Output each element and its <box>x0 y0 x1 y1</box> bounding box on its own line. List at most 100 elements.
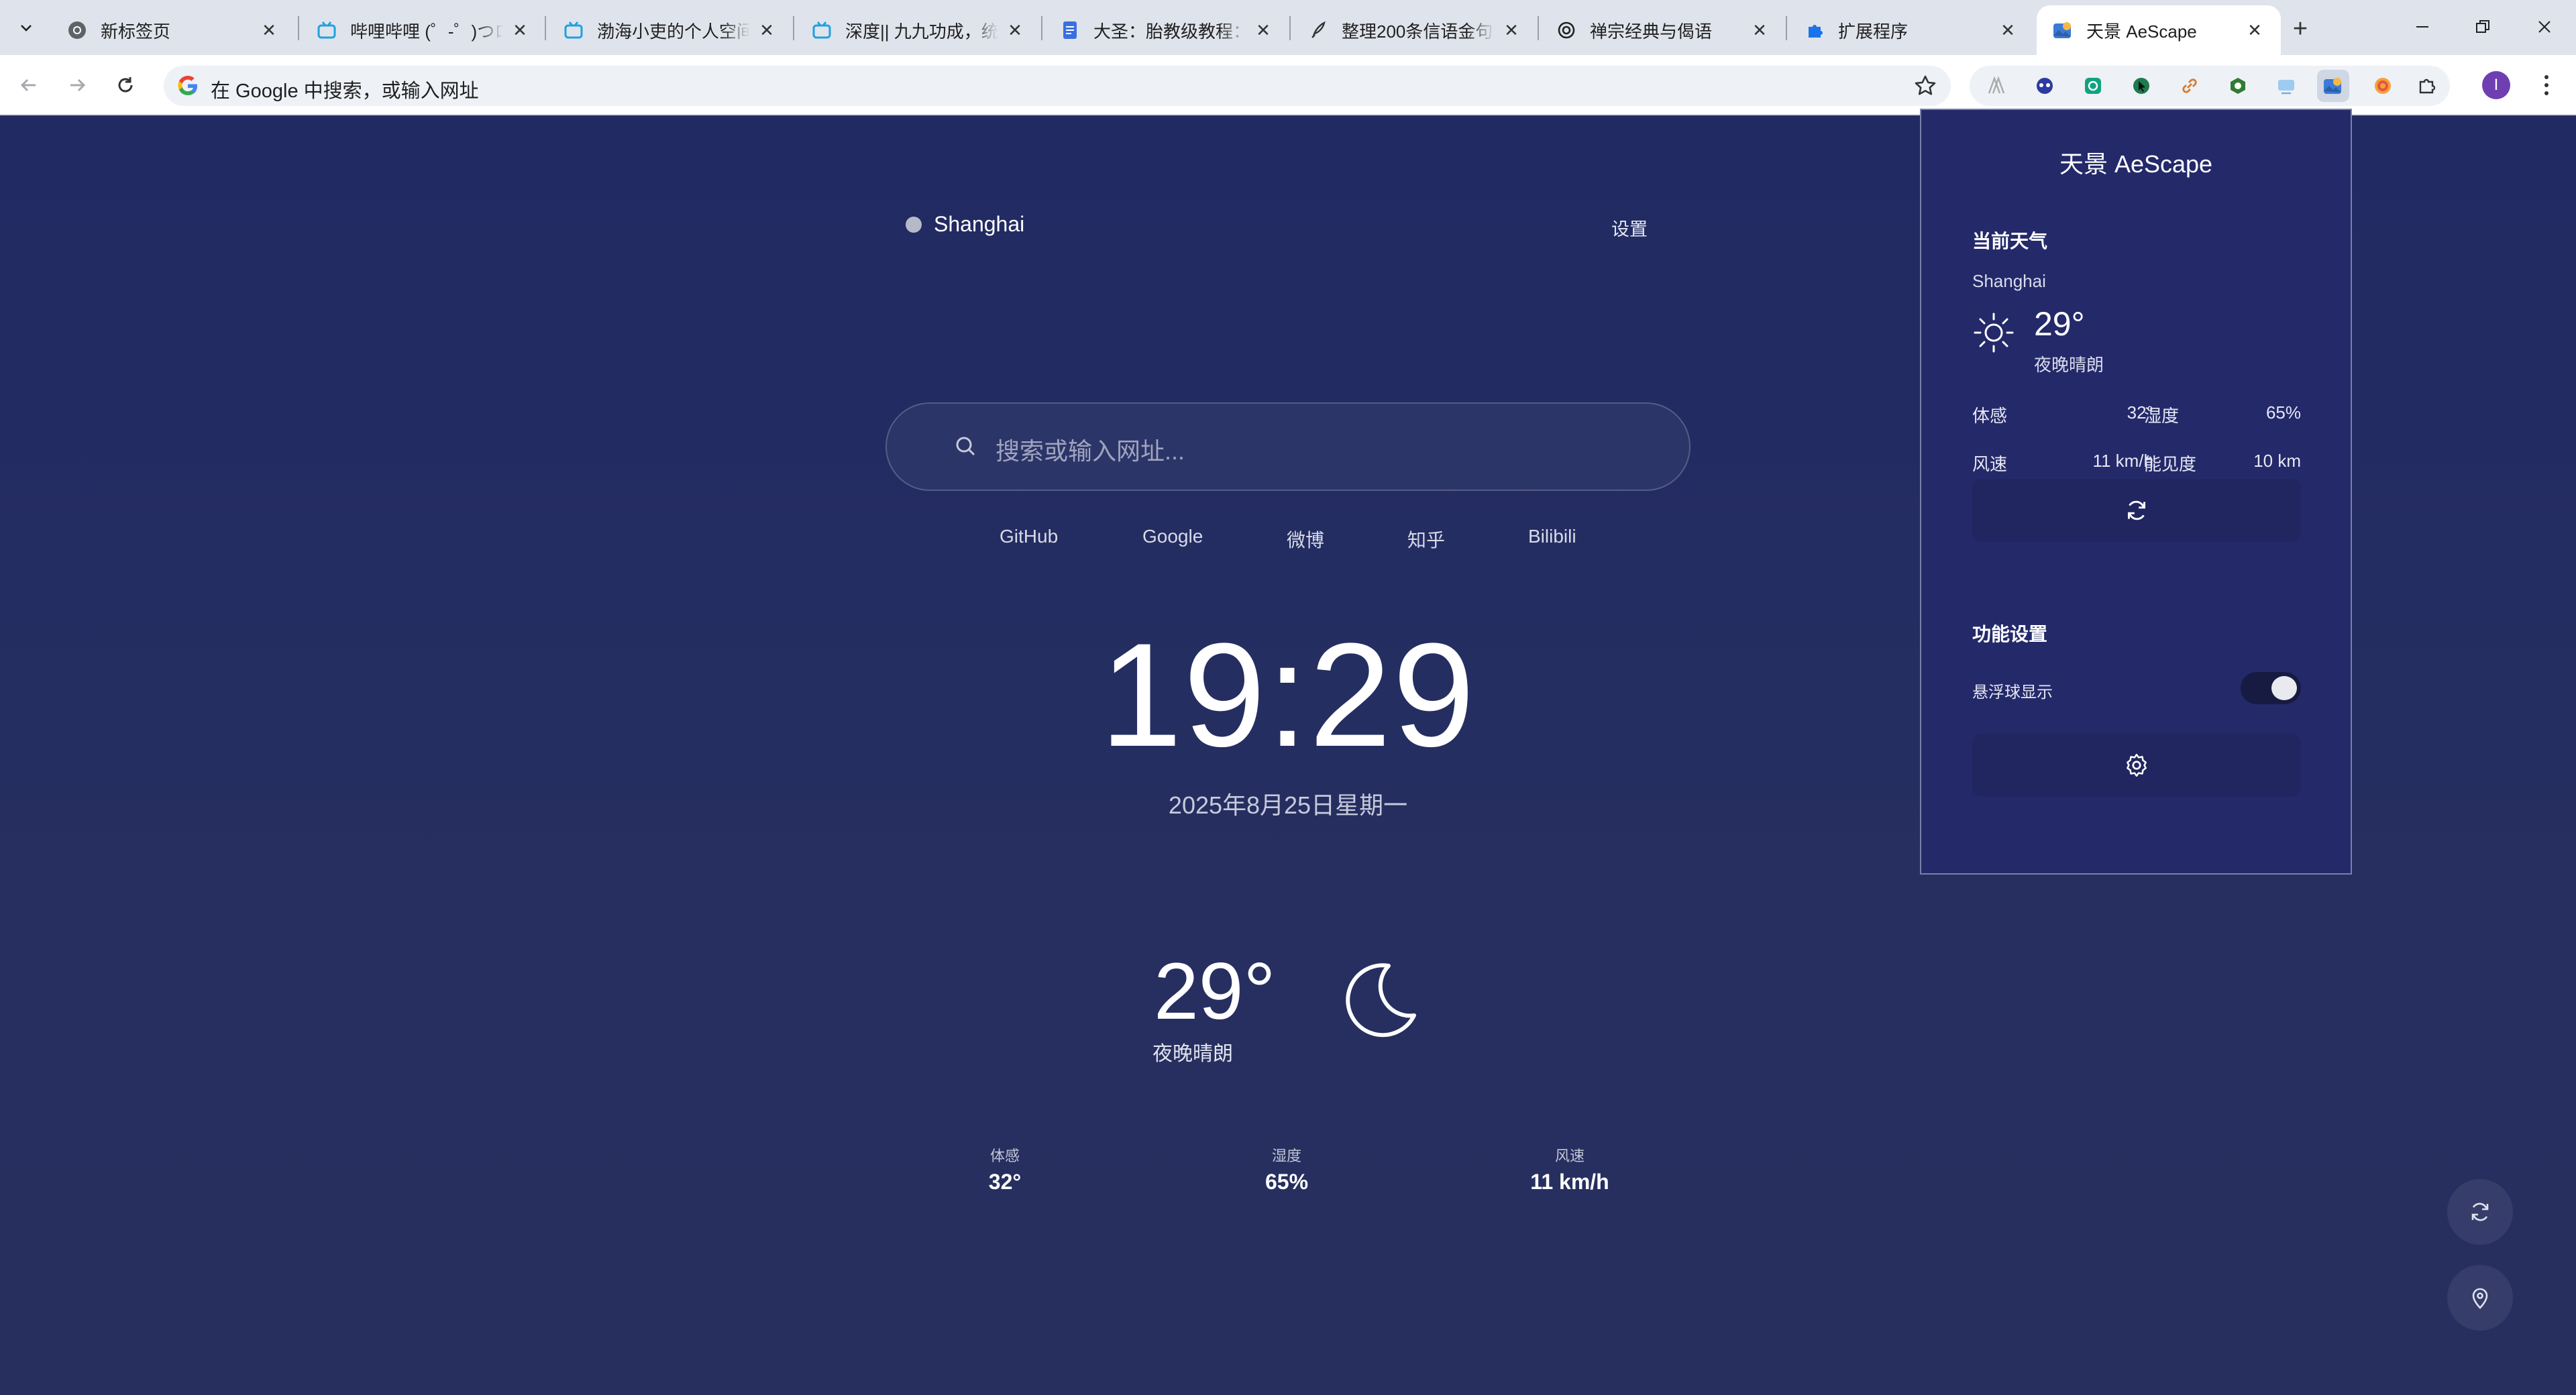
close-icon[interactable]: ✕ <box>258 19 280 42</box>
popup-settings-button[interactable] <box>1972 734 2301 797</box>
tab-bilibili-home[interactable]: 哔哩哔哩 (゜-゜)つロ 干杯~ ✕ <box>301 5 546 55</box>
tab-divider <box>545 16 546 40</box>
stat-humidity-value: 65% <box>1265 1170 1309 1194</box>
map-pin-icon <box>2472 1288 2488 1309</box>
close-icon[interactable]: ✕ <box>1252 19 1275 42</box>
moon-icon <box>1346 963 1416 1038</box>
back-button[interactable] <box>13 70 44 101</box>
popup-humidity-value: 65% <box>2265 402 2301 423</box>
current-condition: 夜晚晴朗 <box>1152 1043 1233 1065</box>
bookmark-star-icon[interactable] <box>1912 72 1939 99</box>
stat-feels-like-label: 体感 <box>989 1148 1020 1164</box>
tab-quotes[interactable]: 整理200条信语金句和 ✕ <box>1292 5 1538 55</box>
extension-mask-icon[interactable] <box>2031 72 2058 99</box>
popup-wind-label: 风速 <box>1972 454 2008 474</box>
popup-feels-like-label: 体感 <box>1972 406 2008 426</box>
forward-button[interactable] <box>62 70 93 101</box>
quick-link-bilibili[interactable]: Bilibili <box>1528 526 1576 547</box>
sun-icon <box>1974 313 2014 353</box>
popup-wind-value: 11 km/h <box>2092 451 2153 471</box>
tab-title: 禅宗经典与偈语 <box>1590 21 1713 42</box>
tab-divider <box>1786 16 1787 40</box>
refresh-icon <box>2471 1203 2489 1221</box>
quill-icon <box>1307 19 1330 42</box>
tab-search-button[interactable] <box>9 12 43 43</box>
quick-link-github[interactable]: GitHub <box>1000 526 1058 547</box>
quick-link-zhihu[interactable]: 知乎 <box>1407 526 1445 553</box>
close-icon[interactable]: ✕ <box>508 19 531 42</box>
tab-title: 扩展程序 <box>1838 21 1909 42</box>
toggle-knob <box>2271 676 2297 700</box>
close-icon[interactable]: ✕ <box>1996 19 2019 42</box>
tab-tutorial-doc[interactable]: 大圣：胎教级教程：天 ✕ <box>1044 5 1289 55</box>
tab-title: 深度|| 九九功成，统治 <box>845 21 998 42</box>
popup-refresh-button[interactable] <box>1972 479 2301 542</box>
popup-city: Shanghai <box>1972 271 2046 291</box>
tab-title: 大圣：胎教级教程：天 <box>1093 21 1246 42</box>
tab-extensions[interactable]: 扩展程序 ✕ <box>1788 5 2034 55</box>
openai-icon <box>1555 19 1578 42</box>
tab-aescape[interactable]: 天景 AeScape ✕ <box>2037 5 2281 55</box>
close-window-button[interactable] <box>2508 7 2576 47</box>
search-box[interactable]: 搜索或输入网址... <box>885 402 1690 491</box>
location-indicator[interactable]: Shanghai <box>906 212 1024 237</box>
extensions-area <box>1970 66 2450 106</box>
location-dot-icon <box>906 216 922 233</box>
extension-target-icon[interactable] <box>2369 72 2396 99</box>
aescape-icon <box>2051 19 2074 42</box>
new-tab-button[interactable]: + <box>2285 13 2316 44</box>
reload-icon <box>118 77 133 93</box>
tab-divider <box>1041 16 1042 40</box>
tab-divider <box>1538 16 1539 40</box>
bilibili-icon <box>810 19 833 42</box>
quick-link-weibo[interactable]: 微博 <box>1287 526 1324 553</box>
tab-zen[interactable]: 禅宗经典与偈语 ✕ <box>1540 5 1786 55</box>
close-icon[interactable]: ✕ <box>755 19 778 42</box>
more-menu-icon[interactable] <box>2534 71 2559 99</box>
location-float-button[interactable] <box>2447 1265 2513 1331</box>
extension-link-icon[interactable] <box>2176 72 2203 99</box>
quick-link-google[interactable]: Google <box>1142 526 1203 547</box>
popup-feels-like-value: 32° <box>2127 402 2153 423</box>
tab-divider <box>793 16 794 40</box>
refresh-float-button[interactable] <box>2447 1179 2513 1245</box>
extension-cloud-icon[interactable] <box>2273 72 2300 99</box>
extension-cursor-icon[interactable] <box>2128 72 2155 99</box>
arrow-right-icon <box>70 78 86 92</box>
tab-new-tab[interactable]: 新标签页 ✕ <box>51 5 295 55</box>
stat-wind-label: 风速 <box>1554 1148 1585 1164</box>
address-bar[interactable]: 在 Google 中搜索，或输入网址 <box>164 66 1951 106</box>
tab-title: 哔哩哔哩 (゜-゜)つロ 干杯~ <box>350 21 503 42</box>
tab-title: 渤海小吏的个人空间- <box>597 21 750 42</box>
search-placeholder: 搜索或输入网址... <box>996 437 1185 465</box>
reload-button[interactable] <box>110 70 141 101</box>
restore-icon <box>2476 20 2489 33</box>
chrome-icon <box>66 19 89 42</box>
popup-humidity-label: 湿度 <box>2144 406 2180 426</box>
close-icon[interactable]: ✕ <box>1500 19 1523 42</box>
close-icon[interactable]: ✕ <box>2243 19 2266 42</box>
floating-ball-label: 悬浮球显示 <box>1972 683 2053 702</box>
address-text: 在 Google 中搜索，或输入网址 <box>211 80 479 102</box>
close-icon[interactable]: ✕ <box>1004 19 1026 42</box>
features-heading: 功能设置 <box>1972 624 2048 645</box>
search-icon <box>956 437 975 456</box>
tab-title: 新标签页 <box>101 21 171 42</box>
settings-link[interactable]: 设置 <box>1611 215 1648 241</box>
extension-aescape-icon[interactable] <box>2317 70 2349 102</box>
popup-visibility-label: 能见度 <box>2144 454 2197 474</box>
floating-ball-toggle[interactable] <box>2241 672 2301 704</box>
minimize-icon <box>2416 26 2428 27</box>
extension-hex-icon[interactable] <box>2224 72 2251 99</box>
tab-bilibili-video[interactable]: 深度|| 九九功成，统治 ✕ <box>796 5 1041 55</box>
extension-chatgpt-icon[interactable] <box>2080 72 2106 99</box>
gear-icon <box>2127 753 2147 777</box>
profile-avatar[interactable]: I <box>2482 71 2510 99</box>
refresh-icon <box>2127 500 2146 520</box>
stat-humidity-label: 湿度 <box>1271 1148 1301 1164</box>
extension-a-icon[interactable] <box>1983 72 2010 99</box>
close-icon[interactable]: ✕ <box>1748 19 1771 42</box>
extensions-puzzle-icon[interactable] <box>2414 72 2440 99</box>
tab-divider <box>1289 16 1291 40</box>
tab-bilibili-space[interactable]: 渤海小吏的个人空间- ✕ <box>547 5 793 55</box>
